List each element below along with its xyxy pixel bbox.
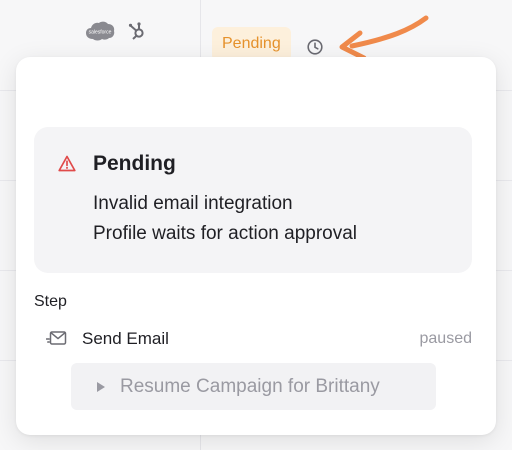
step-row: Send Email paused [46,327,472,351]
crm-integration-icons: salesforce [84,20,146,42]
warning-triangle-icon [58,155,76,172]
step-label: Send Email [82,329,169,348]
hubspot-icon[interactable] [128,21,146,41]
resume-campaign-button[interactable]: Resume Campaign for Brittany [71,363,436,410]
email-send-icon [46,331,67,345]
salesforce-wordmark: salesforce [89,30,112,36]
alert-reason: Invalid email integration [93,193,293,214]
status-badge[interactable]: Pending [212,27,291,61]
play-icon [97,381,105,392]
pending-alert: Pending Invalid email integration Profil… [34,127,472,273]
alert-reason: Profile waits for action approval [93,223,358,244]
step-status: paused [419,330,473,347]
resume-campaign-label: Resume Campaign for Brittany [120,375,380,397]
clock-icon[interactable] [306,38,324,56]
alert-title: Pending [93,152,176,175]
status-details-popover: Pending Invalid email integration Profil… [16,57,496,435]
salesforce-icon[interactable]: salesforce [84,20,116,42]
step-heading: Step [34,293,67,310]
